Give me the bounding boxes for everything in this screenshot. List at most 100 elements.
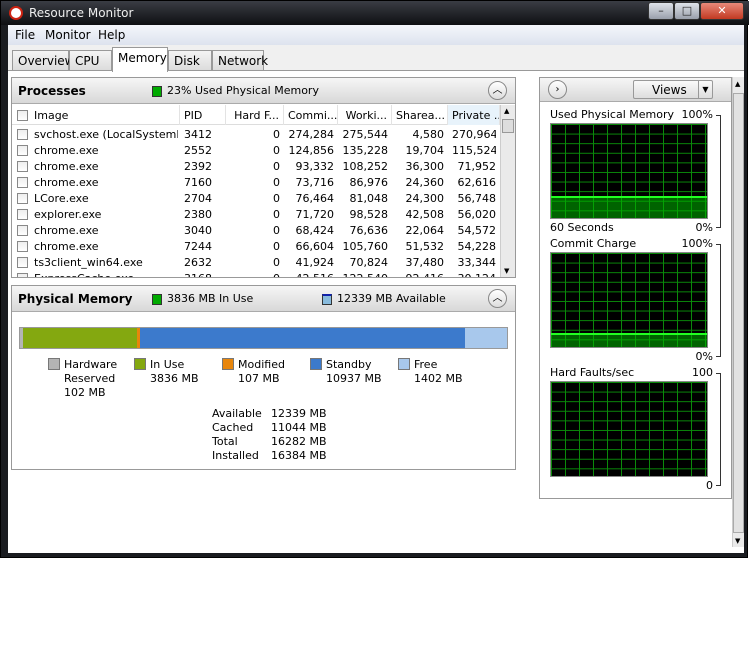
table-row[interactable]: ExpressCache.exe 3168 0 42,516 122,540 92,416… bbox=[12, 271, 500, 277]
table-row[interactable]: chrome.exe 2552 0 124,856 135,228 19,704 115,5… bbox=[12, 143, 500, 159]
row-checkbox[interactable] bbox=[17, 273, 28, 277]
graph-used-physical-memory bbox=[550, 123, 708, 219]
graph-time-label: 60 Seconds bbox=[550, 221, 614, 234]
cell: 115,524 bbox=[452, 144, 496, 157]
cell: 66,604 bbox=[295, 240, 335, 253]
memory-usage-summary: 23% Used Physical Memory bbox=[152, 84, 319, 97]
graph-icon bbox=[152, 293, 162, 305]
select-all-checkbox[interactable] bbox=[17, 110, 28, 121]
column-header[interactable]: Image bbox=[12, 105, 180, 125]
table-row[interactable]: chrome.exe 7160 0 73,716 86,976 24,360 62,616 bbox=[12, 175, 500, 191]
cell: 0 bbox=[273, 144, 280, 157]
legend-swatch bbox=[48, 358, 60, 370]
cell: chrome.exe bbox=[34, 176, 99, 189]
cell: ts3client_win64.exe bbox=[34, 256, 143, 269]
scroll-thumb[interactable] bbox=[733, 93, 744, 533]
legend-value: 102 MB bbox=[64, 386, 106, 399]
tab-memory[interactable]: Memory bbox=[112, 47, 168, 72]
cell: 42,508 bbox=[405, 208, 445, 221]
expand-chevron-icon[interactable]: › bbox=[548, 80, 567, 99]
collapse-processes-button[interactable]: ︿ bbox=[488, 81, 507, 100]
processes-scrollbar[interactable]: ▲ ▼ bbox=[500, 105, 515, 277]
resource-monitor-window: Resource Monitor – □ ✕ File Monitor Help… bbox=[0, 0, 749, 558]
views-button[interactable]: Views ▼ bbox=[633, 80, 713, 99]
graphs-panel: › Views ▼ Used Physical Memory 100% 0% 60 S… bbox=[539, 77, 732, 499]
column-header[interactable]: Commi... bbox=[284, 105, 338, 125]
tab-network[interactable]: Network bbox=[212, 50, 268, 71]
cell: 0 bbox=[273, 128, 280, 141]
row-checkbox[interactable] bbox=[17, 257, 28, 268]
table-row[interactable]: explorer.exe 2380 0 71,720 98,528 42,508 56,02… bbox=[12, 207, 500, 223]
cell: 24,360 bbox=[405, 176, 445, 189]
tab-disk[interactable]: Disk bbox=[168, 50, 212, 71]
views-label: Views bbox=[652, 83, 687, 97]
cell: 2392 bbox=[184, 160, 212, 173]
legend-item: Modified 107 MB bbox=[222, 358, 318, 386]
column-header[interactable]: Sharea... bbox=[392, 105, 448, 125]
processes-header[interactable]: Processes 23% Used Physical Memory ︿ bbox=[12, 78, 515, 104]
row-checkbox[interactable] bbox=[17, 129, 28, 140]
table-row[interactable]: chrome.exe 2392 0 93,332 108,252 36,300 71,952 bbox=[12, 159, 500, 175]
cell: 275,544 bbox=[342, 128, 389, 141]
right-scrollbar[interactable]: ▲ ▼ bbox=[732, 77, 744, 547]
physical-memory-header[interactable]: Physical Memory 3836 MB In Use 12339 MB … bbox=[12, 286, 515, 312]
scroll-up-icon[interactable]: ▲ bbox=[504, 107, 509, 115]
cell: 3040 bbox=[184, 224, 212, 237]
processes-panel: Processes 23% Used Physical Memory ︿ Ima… bbox=[11, 77, 516, 278]
column-header[interactable]: PID bbox=[180, 105, 226, 125]
column-header[interactable]: Private ... bbox=[448, 105, 500, 125]
cell: 24,300 bbox=[405, 192, 445, 205]
cell: 42,516 bbox=[288, 272, 335, 277]
scroll-down-icon[interactable]: ▼ bbox=[504, 267, 509, 275]
cell: 2632 bbox=[184, 256, 212, 269]
stat-value: 16282 MB bbox=[271, 435, 327, 448]
row-checkbox[interactable] bbox=[17, 161, 28, 172]
legend-value: 10937 MB bbox=[326, 372, 382, 385]
table-row[interactable]: chrome.exe 7244 0 66,604 105,760 51,532 54,228 bbox=[12, 239, 500, 255]
row-checkbox[interactable] bbox=[17, 225, 28, 236]
cell: 135,228 bbox=[342, 144, 389, 157]
table-row[interactable]: LCore.exe 2704 0 76,464 81,048 24,300 56,748 bbox=[12, 191, 500, 207]
minimize-button[interactable]: – bbox=[648, 2, 674, 20]
dropdown-arrow-icon[interactable]: ▼ bbox=[698, 81, 712, 98]
row-checkbox[interactable] bbox=[17, 177, 28, 188]
memory-bar-segment bbox=[140, 328, 466, 348]
table-row[interactable]: chrome.exe 3040 0 68,424 76,636 22,064 54,572 bbox=[12, 223, 500, 239]
row-checkbox[interactable] bbox=[17, 209, 28, 220]
scroll-up-icon[interactable]: ▲ bbox=[735, 80, 740, 88]
cell: chrome.exe bbox=[34, 224, 99, 237]
column-headers: Image PID Hard F... Commi... Worki... Sharea.… bbox=[12, 105, 500, 125]
menu-help[interactable]: Help bbox=[98, 28, 125, 42]
available-summary: 12339 MB Available bbox=[322, 292, 446, 305]
scroll-down-icon[interactable]: ▼ bbox=[735, 537, 740, 545]
column-header[interactable]: Hard F... bbox=[226, 105, 284, 125]
tab-cpu[interactable]: CPU bbox=[69, 50, 112, 71]
client-area: File Monitor Help Overview CPU Memory Di… bbox=[8, 25, 744, 553]
cell: 33,344 bbox=[457, 256, 497, 269]
collapse-physical-memory-button[interactable]: ︿ bbox=[488, 289, 507, 308]
graph-commit-charge bbox=[550, 252, 708, 348]
cell: 54,572 bbox=[457, 224, 497, 237]
graph-min-label: 0 bbox=[706, 479, 713, 492]
scroll-thumb[interactable] bbox=[502, 119, 514, 133]
tab-overview[interactable]: Overview bbox=[12, 50, 75, 71]
menu-file[interactable]: File bbox=[15, 28, 35, 42]
row-checkbox[interactable] bbox=[17, 241, 28, 252]
cell: 56,748 bbox=[457, 192, 497, 205]
column-header[interactable]: Worki... bbox=[338, 105, 392, 125]
graph-scale-bracket bbox=[716, 244, 721, 357]
cell: 54,228 bbox=[457, 240, 497, 253]
cell: 86,976 bbox=[349, 176, 389, 189]
legend-label: Hardware Reserved bbox=[64, 358, 118, 385]
row-checkbox[interactable] bbox=[17, 145, 28, 156]
cell: 70,824 bbox=[349, 256, 389, 269]
table-row[interactable]: ts3client_win64.exe 2632 0 41,924 70,824 37,4… bbox=[12, 255, 500, 271]
table-row[interactable]: svchost.exe (LocalSystemNet... 3412 0 274,2… bbox=[12, 127, 500, 143]
cell: 76,636 bbox=[349, 224, 389, 237]
row-checkbox[interactable] bbox=[17, 193, 28, 204]
menu-monitor[interactable]: Monitor bbox=[45, 28, 91, 42]
maximize-button[interactable]: □ bbox=[674, 2, 700, 20]
close-button[interactable]: ✕ bbox=[700, 2, 744, 20]
stat-label: Cached bbox=[212, 421, 254, 434]
in-use-summary: 3836 MB In Use bbox=[152, 292, 253, 305]
